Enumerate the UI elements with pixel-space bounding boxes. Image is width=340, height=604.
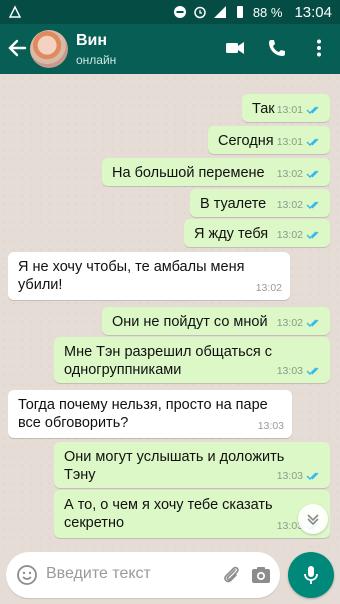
- message-time: 13:02: [276, 199, 303, 211]
- message-time: 13:03: [276, 365, 303, 377]
- message-time: 13:02: [276, 168, 303, 180]
- message-text: Мне Тэн разрешил общаться с одногруппник…: [64, 344, 273, 378]
- message-time: 13:03: [257, 420, 284, 432]
- message-bubble-outgoing[interactable]: Так 13:01: [242, 94, 330, 122]
- message-bubble-outgoing[interactable]: На большой перемене 13:02: [102, 158, 330, 186]
- video-call-icon[interactable]: [224, 37, 246, 59]
- message-bubble-outgoing[interactable]: А то, о чем я хочу тебе сказать секретно…: [54, 490, 330, 538]
- message-text: В туалете: [200, 196, 267, 212]
- contact-name[interactable]: Вин: [76, 32, 107, 50]
- clock: 13:04: [294, 3, 332, 21]
- signal-icon: [213, 6, 226, 18]
- message-text: А то, о чем я хочу тебе сказать секретно: [64, 497, 273, 531]
- read-ticks-icon: [306, 319, 319, 327]
- message-text: На большой перемене: [112, 165, 265, 181]
- message-bubble-outgoing[interactable]: Мне Тэн разрешил общаться с одногруппник…: [54, 337, 330, 383]
- attach-icon[interactable]: [220, 564, 242, 586]
- more-options-icon[interactable]: [308, 37, 330, 59]
- do-not-disturb-icon: [173, 6, 186, 18]
- read-ticks-icon: [306, 367, 319, 375]
- message-time: 13:02: [276, 229, 303, 241]
- message-bubble-outgoing[interactable]: Сегодня 13:01: [208, 126, 330, 154]
- chat-header: Вин онлайн: [0, 24, 340, 74]
- read-ticks-icon: [306, 201, 319, 209]
- message-text: Они не пойдут со мной: [112, 314, 268, 330]
- read-ticks-icon: [306, 472, 319, 480]
- message-composer[interactable]: Введите текст: [6, 552, 280, 598]
- message-list[interactable]: Так 13:01 Сегодня 13:01 На большой перем…: [0, 74, 340, 548]
- back-arrow-icon[interactable]: [6, 37, 28, 59]
- message-text: Они могут услышать и доложить Тэну: [64, 449, 285, 483]
- message-text: Я жду тебя: [194, 226, 269, 242]
- status-bar: 88 % 13:04: [0, 0, 340, 24]
- message-time: 13:01: [276, 104, 303, 116]
- read-ticks-icon: [306, 106, 319, 114]
- battery-percent: 88 %: [252, 4, 283, 20]
- notification-icon: [8, 5, 22, 18]
- message-bubble-outgoing[interactable]: Они не пойдут со мной 13:02: [102, 307, 330, 335]
- message-text: Сегодня: [218, 133, 274, 149]
- battery-icon: [236, 6, 243, 18]
- phone-call-icon[interactable]: [266, 37, 288, 59]
- camera-icon[interactable]: [250, 564, 272, 586]
- message-bubble-outgoing[interactable]: В туалете 13:02: [190, 189, 330, 217]
- alarm-icon: [194, 6, 206, 19]
- message-text: Так: [252, 101, 275, 117]
- scroll-to-bottom-button[interactable]: [298, 504, 328, 534]
- message-time: 13:03: [276, 470, 303, 482]
- read-ticks-icon: [306, 138, 319, 146]
- avatar[interactable]: [30, 30, 68, 68]
- message-input[interactable]: Введите текст: [46, 565, 151, 583]
- voice-record-button[interactable]: [288, 552, 334, 598]
- message-text: Тогда почему нельзя, просто на паре все …: [18, 397, 268, 431]
- message-bubble-outgoing[interactable]: Они могут услышать и доложить Тэну 13:03: [54, 442, 330, 488]
- chevron-down-icon: [307, 514, 319, 526]
- message-text: Я не хочу чтобы, те амбалы меня убили!: [18, 259, 245, 293]
- emoji-icon[interactable]: [16, 564, 38, 586]
- read-ticks-icon: [306, 170, 319, 178]
- read-ticks-icon: [306, 231, 319, 239]
- microphone-icon: [304, 566, 318, 584]
- message-time: 13:01: [276, 136, 303, 148]
- message-time: 13:02: [276, 317, 303, 329]
- message-bubble-outgoing[interactable]: Я жду тебя 13:02: [184, 219, 330, 247]
- message-bubble-incoming[interactable]: Я не хочу чтобы, те амбалы меня убили! 1…: [8, 252, 290, 300]
- message-time: 13:02: [255, 282, 282, 294]
- message-bubble-incoming[interactable]: Тогда почему нельзя, просто на паре все …: [8, 390, 292, 438]
- contact-status: онлайн: [76, 53, 117, 67]
